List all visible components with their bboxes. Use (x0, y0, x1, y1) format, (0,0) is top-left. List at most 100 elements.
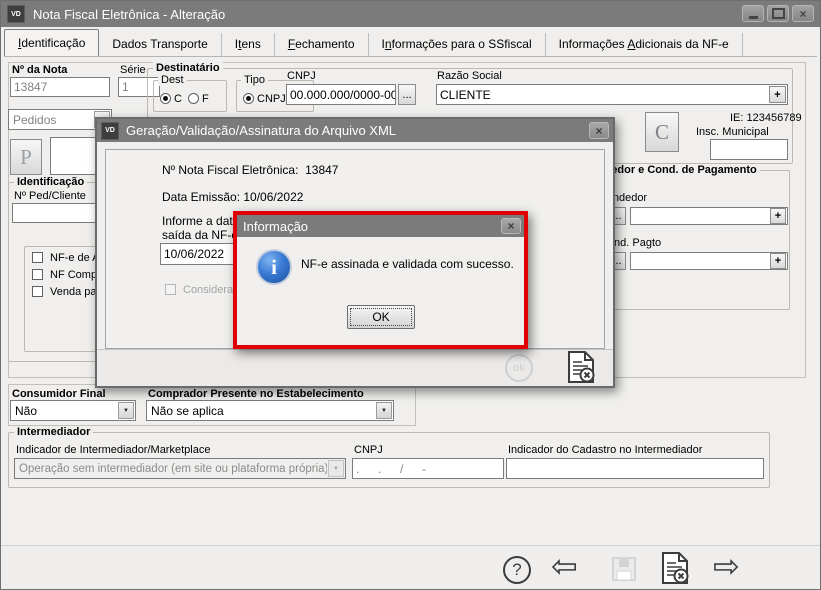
insc-municipal-field[interactable] (710, 139, 788, 160)
chevron-down-icon[interactable]: ▼ (376, 402, 392, 419)
close-icon: × (507, 219, 514, 233)
serie-label: Série (120, 64, 146, 76)
help-icon: ? (512, 560, 521, 580)
tab-bar: Identificação Dados Transporte Itens Fec… (4, 30, 743, 56)
tab-fechamento[interactable]: Fechamento (275, 33, 369, 56)
minimize-button[interactable] (742, 5, 764, 22)
vendedor-add-button[interactable]: + (770, 208, 786, 224)
document-x-icon (567, 351, 595, 383)
maximize-button[interactable] (767, 5, 789, 22)
tipo-title: Tipo (241, 74, 268, 86)
p-button-label: P (20, 145, 32, 170)
radio-tipo-cnpj[interactable] (243, 93, 254, 104)
forward-arrow-icon: ⇨ (713, 550, 740, 582)
radio-dest-f-label: F (202, 93, 209, 105)
checkbox-venda-label: Venda par (50, 286, 100, 298)
cancel-document-button[interactable] (661, 552, 689, 584)
tab-itens[interactable]: Itens (222, 33, 275, 56)
pedidos-value: Pedidos (13, 113, 93, 127)
radio-tipo-cnpj-label: CNPJ (257, 93, 286, 105)
comprador-label: Comprador Presente no Estabelecimento (148, 388, 364, 400)
window-title: Nota Fiscal Eletrônica - Alteração (33, 7, 225, 22)
chevron-down-icon: ▼ (328, 460, 344, 477)
app-icon: VD (7, 5, 25, 23)
c-button-label: C (655, 120, 669, 145)
tab-informacoes-adicionais[interactable]: Informações Adicionais da NF-e (546, 33, 743, 56)
comprador-value: Não se aplica (151, 404, 375, 418)
xml-prompt-line2: saída da NF-e: (162, 228, 241, 242)
maximize-icon (772, 8, 785, 19)
info-dialog-close-button[interactable]: × (501, 218, 521, 234)
xml-dialog-title: Geração/Validação/Assinatura do Arquivo … (126, 123, 396, 138)
xml-cancel-button[interactable] (567, 351, 595, 388)
forward-button[interactable]: ⇨ (713, 550, 740, 582)
info-message: NF-e assinada e validada com sucesso. (301, 257, 514, 271)
tab-informacoes-ssfiscal[interactable]: Informações para o SSfiscal (369, 33, 546, 56)
cadastro-field[interactable] (506, 458, 764, 479)
indicador-value: Operação sem intermediador (em site ou p… (19, 463, 327, 475)
cnpj-field[interactable]: 00.000.000/0000-00 (286, 84, 396, 105)
info-icon: i (256, 249, 292, 285)
radio-dest-c[interactable] (160, 93, 171, 104)
cond-add-button[interactable]: + (770, 253, 786, 269)
document-x-icon (661, 552, 689, 584)
xml-dialog-titlebar: VD Geração/Validação/Assinatura do Arqui… (97, 119, 613, 142)
ok-circle-button[interactable]: ok (505, 354, 533, 382)
checkbox-nfe-ajuste-label: NF-e de A (50, 252, 100, 264)
cnpj-browse-button[interactable]: ... (398, 84, 416, 105)
chevron-down-icon[interactable]: ▼ (118, 402, 134, 419)
help-button[interactable]: ? (503, 556, 531, 584)
c-button[interactable]: C (645, 112, 679, 152)
cadastro-label: Indicador do Cadastro no Intermediador (508, 444, 702, 456)
razao-label: Razão Social (437, 70, 502, 82)
p-button[interactable]: P (10, 139, 42, 175)
close-button[interactable]: × (792, 5, 814, 22)
close-icon: × (799, 8, 806, 20)
info-dialog: Informação × i NF-e assinada e validada … (233, 211, 528, 349)
checkbox-venda[interactable] (32, 286, 43, 297)
nota-label: Nº da Nota (12, 64, 67, 76)
intermediador-cnpj-field[interactable]: . . / - (352, 458, 504, 479)
xml-dialog-button-strip: ok (97, 349, 613, 386)
minimize-icon (749, 16, 758, 19)
considera-checkbox[interactable] (165, 284, 176, 295)
info-dialog-title: Informação (243, 219, 308, 234)
window-controls: × (742, 5, 814, 22)
cnpj-label: CNPJ (287, 70, 316, 82)
vendedor-field[interactable] (630, 207, 788, 225)
info-icon-glyph: i (271, 255, 277, 280)
consumidor-final-label: Consumidor Final (12, 388, 106, 400)
razao-add-button[interactable]: + (769, 86, 786, 103)
comprador-combobox[interactable]: Não se aplica ▼ (146, 400, 394, 421)
ok-button[interactable]: OK (347, 305, 415, 329)
save-floppy-icon (611, 556, 637, 582)
identificacao-title: Identificação (14, 176, 87, 188)
xml-dialog-close-button[interactable]: × (589, 122, 609, 139)
info-dialog-titlebar: Informação (237, 215, 524, 237)
intermediador-title: Intermediador (14, 426, 93, 438)
indicador-label: Indicador de Intermediador/Marketplace (16, 444, 210, 456)
razao-field[interactable]: CLIENTE (436, 84, 788, 105)
destinatario-title: Destinatário (153, 62, 223, 74)
bottom-toolbar: ? ⇦ ⇨ (1, 545, 820, 589)
save-button[interactable] (611, 556, 637, 582)
ie-text: IE: 123456789 (730, 112, 802, 124)
back-arrow-icon: ⇦ (551, 550, 578, 582)
tab-dados-transporte[interactable]: Dados Transporte (99, 33, 221, 56)
checkbox-nf-complementar[interactable] (32, 269, 43, 280)
nota-field[interactable]: 13847 (10, 77, 110, 97)
tab-identificacao[interactable]: Identificação (4, 29, 99, 56)
intermediador-cnpj-label: CNPJ (354, 444, 383, 456)
consumidor-final-combobox[interactable]: Não ▼ (10, 400, 136, 421)
app-window: VD Nota Fiscal Eletrônica - Alteração × … (0, 0, 821, 590)
cond-pagto-field[interactable] (630, 252, 788, 270)
xml-emissao-line: Data Emissão: 10/06/2022 (162, 190, 303, 204)
xml-dialog-icon: VD (101, 122, 119, 140)
insc-municipal-label: Insc. Municipal (696, 126, 769, 138)
window-titlebar: VD Nota Fiscal Eletrônica - Alteração × (1, 1, 820, 27)
radio-dest-f[interactable] (188, 93, 199, 104)
back-button[interactable]: ⇦ (551, 550, 578, 582)
close-icon: × (595, 124, 602, 138)
indicador-combobox[interactable]: Operação sem intermediador (em site ou p… (14, 458, 346, 479)
checkbox-nfe-ajuste[interactable] (32, 252, 43, 263)
